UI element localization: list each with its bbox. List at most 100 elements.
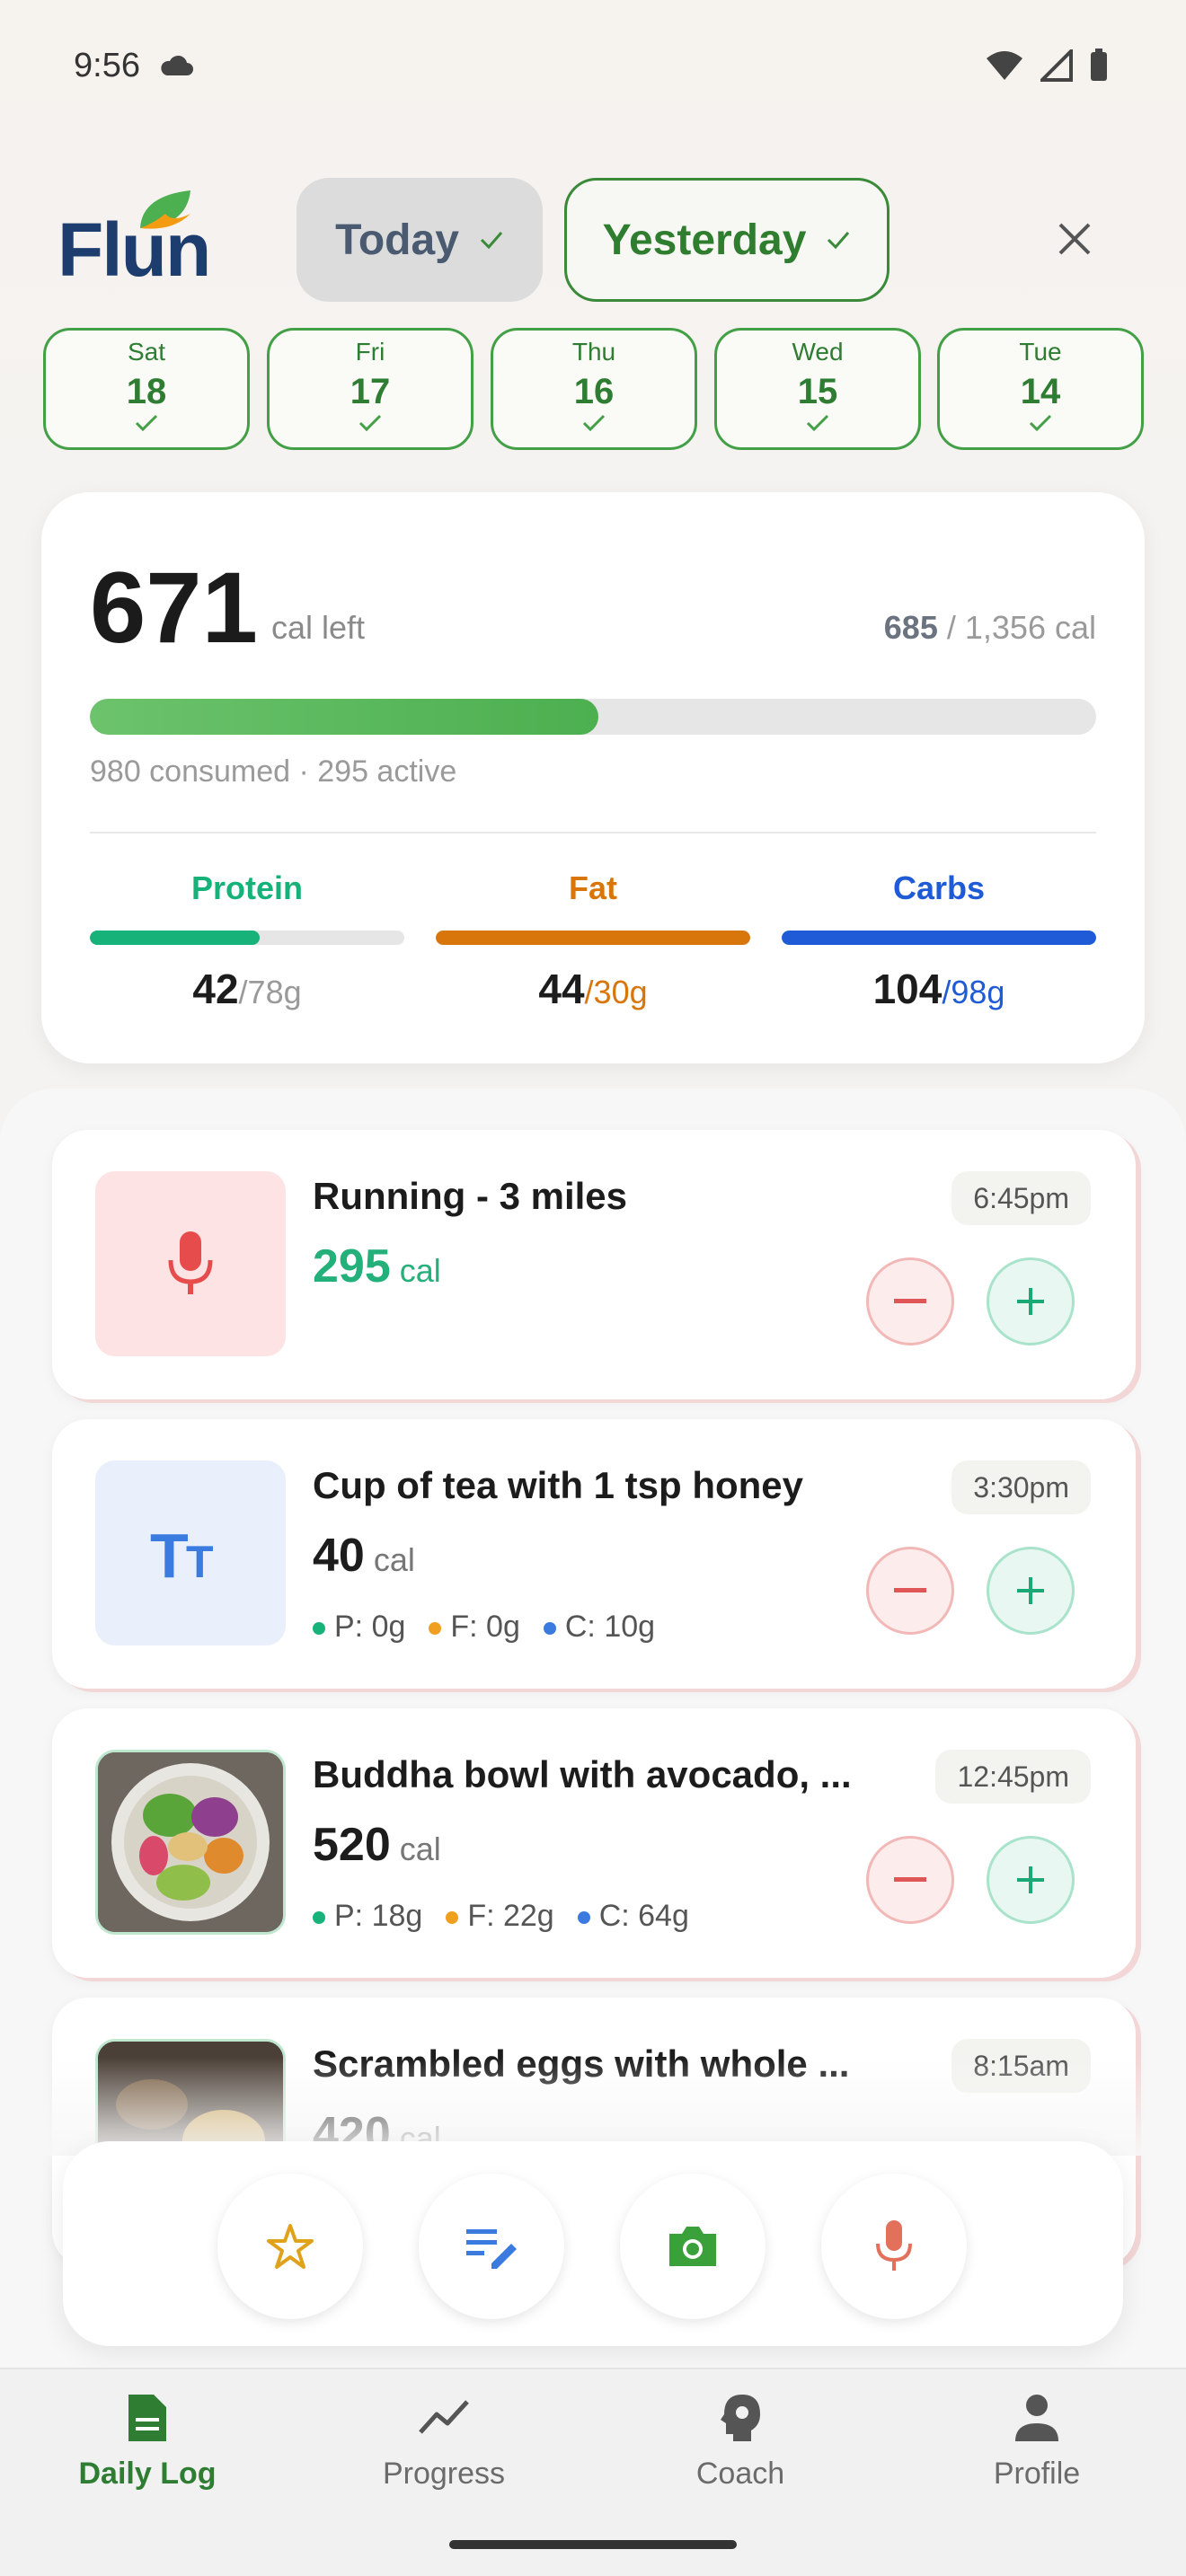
log-entry[interactable]: TT Cup of tea with 1 tsp honey 40 cal P: … xyxy=(52,1419,1136,1689)
log-entry[interactable]: Buddha bowl with avocado, ... 520 cal P: … xyxy=(52,1708,1136,1978)
calorie-net: 685 xyxy=(883,609,938,646)
nav-coach[interactable]: Coach xyxy=(606,2391,875,2492)
trend-icon xyxy=(419,2400,469,2434)
plus-icon xyxy=(1017,1577,1044,1604)
increase-button[interactable] xyxy=(987,1547,1075,1635)
day-chip[interactable]: Fri 17 xyxy=(267,328,474,450)
entry-fat: F: 22g xyxy=(446,1899,554,1934)
nav-label: Daily Log xyxy=(78,2457,217,2491)
nav-profile[interactable]: Profile xyxy=(902,2391,1172,2492)
macro-label: Fat xyxy=(569,869,617,906)
decrease-button[interactable] xyxy=(866,1836,954,1924)
day-chip-dow: Fri xyxy=(355,338,385,366)
text-entry-button[interactable] xyxy=(419,2174,564,2319)
macro-protein: Protein 42/78g xyxy=(90,869,404,1013)
macro-label: Protein xyxy=(190,869,303,906)
macro-bar xyxy=(90,931,404,945)
entry-title: Running - 3 miles xyxy=(313,1175,628,1217)
person-icon xyxy=(1015,2395,1058,2441)
day-chip-num: 17 xyxy=(350,372,391,411)
entry-calories: 40 cal xyxy=(313,1530,415,1582)
nav-label: Progress xyxy=(382,2457,506,2491)
document-icon xyxy=(128,2395,166,2441)
macro-label: Carbs xyxy=(892,869,986,906)
day-chip[interactable]: Sat 18 xyxy=(43,328,250,450)
entry-macros: P: 0g F: 0g C: 10g xyxy=(313,1610,655,1645)
entry-title: Cup of tea with 1 tsp honey xyxy=(313,1464,804,1506)
day-chip-num: 18 xyxy=(126,372,167,411)
check-icon xyxy=(358,414,382,432)
log-entry[interactable]: Running - 3 miles 295 cal 6:45pm xyxy=(52,1130,1136,1399)
macro-bar-fill xyxy=(90,931,260,945)
entry-fat: F: 0g xyxy=(429,1610,520,1645)
decrease-button[interactable] xyxy=(866,1547,954,1635)
macro-fat: Fat 44/30g xyxy=(436,869,750,1013)
svg-text:T: T xyxy=(186,1537,214,1584)
cloud-icon xyxy=(158,54,194,82)
close-button[interactable] xyxy=(1048,212,1102,266)
camera-button[interactable] xyxy=(620,2174,766,2319)
check-icon xyxy=(135,414,158,432)
check-icon xyxy=(480,232,503,250)
quick-add-bar xyxy=(63,2141,1123,2346)
entry-calories: 295 cal xyxy=(313,1240,441,1292)
consumed-active-text: 980 consumed · 295 active xyxy=(90,754,457,789)
tab-yesterday-label: Yesterday xyxy=(602,216,807,264)
day-chip[interactable]: Wed 15 xyxy=(714,328,921,450)
macro-value: 104/98g xyxy=(872,966,1005,1012)
macro-carbs: Carbs 104/98g xyxy=(782,869,1096,1013)
buddha-bowl-photo xyxy=(98,1752,283,1932)
leaf-icon xyxy=(140,190,190,229)
nav-daily-log[interactable]: Daily Log xyxy=(13,2391,282,2492)
entry-title: Buddha bowl with avocado, ... xyxy=(313,1753,852,1795)
minus-icon xyxy=(894,1877,926,1882)
entry-protein: P: 18g xyxy=(313,1899,422,1934)
nav-label: Profile xyxy=(993,2457,1081,2491)
edit-note-icon xyxy=(466,2229,517,2269)
day-chip-dow: Tue xyxy=(1019,338,1062,366)
day-chip[interactable]: Tue 14 xyxy=(937,328,1144,450)
star-icon xyxy=(267,2224,314,2269)
voice-button[interactable] xyxy=(821,2174,967,2319)
entry-carbs: C: 10g xyxy=(543,1610,655,1645)
text-icon: TT xyxy=(150,1522,214,1584)
entry-carbs: C: 64g xyxy=(577,1899,689,1934)
macro-bar-fill xyxy=(782,931,1096,945)
calorie-progress-bar xyxy=(90,699,1096,735)
status-time: 9:56 xyxy=(74,47,140,84)
increase-button[interactable] xyxy=(987,1257,1075,1345)
macro-value: 42/78g xyxy=(192,966,302,1012)
nav-progress[interactable]: Progress xyxy=(309,2391,579,2492)
decrease-button[interactable] xyxy=(866,1257,954,1345)
macro-bar xyxy=(782,931,1096,945)
microphone-icon xyxy=(876,2220,912,2271)
app-logo: Flun xyxy=(58,190,211,294)
tab-yesterday[interactable]: Yesterday xyxy=(564,178,890,302)
tab-today-label: Today xyxy=(335,216,459,264)
plus-icon xyxy=(1017,1866,1044,1893)
calorie-goal: 685 / 1,356 cal xyxy=(884,609,1096,647)
tab-today[interactable]: Today xyxy=(296,178,543,302)
day-chip[interactable]: Thu 16 xyxy=(491,328,697,450)
calories-left-label: cal left xyxy=(271,609,366,646)
minus-icon xyxy=(894,1299,926,1303)
entry-time: 6:45pm xyxy=(951,1171,1091,1225)
calorie-summary-card: 671 cal left 685 / 1,356 cal 980 consume… xyxy=(41,492,1145,1063)
entry-time: 12:45pm xyxy=(935,1750,1091,1804)
plus-icon xyxy=(1017,1288,1044,1315)
check-icon xyxy=(1029,414,1052,432)
check-icon xyxy=(806,414,829,432)
calories-left-value: 671 xyxy=(90,551,258,664)
increase-button[interactable] xyxy=(987,1836,1075,1924)
calorie-goal-text: / 1,356 cal xyxy=(946,609,1096,646)
entry-protein: P: 0g xyxy=(313,1610,405,1645)
favorites-button[interactable] xyxy=(217,2174,363,2319)
macro-bar-fill xyxy=(436,931,750,945)
nav-label: Coach xyxy=(695,2457,785,2491)
system-icons xyxy=(985,49,1109,83)
day-chip-num: 16 xyxy=(573,372,615,411)
camera-icon xyxy=(669,2227,716,2266)
wifi-icon xyxy=(987,51,1022,80)
battery-icon xyxy=(1091,49,1107,81)
home-indicator xyxy=(449,2540,737,2549)
